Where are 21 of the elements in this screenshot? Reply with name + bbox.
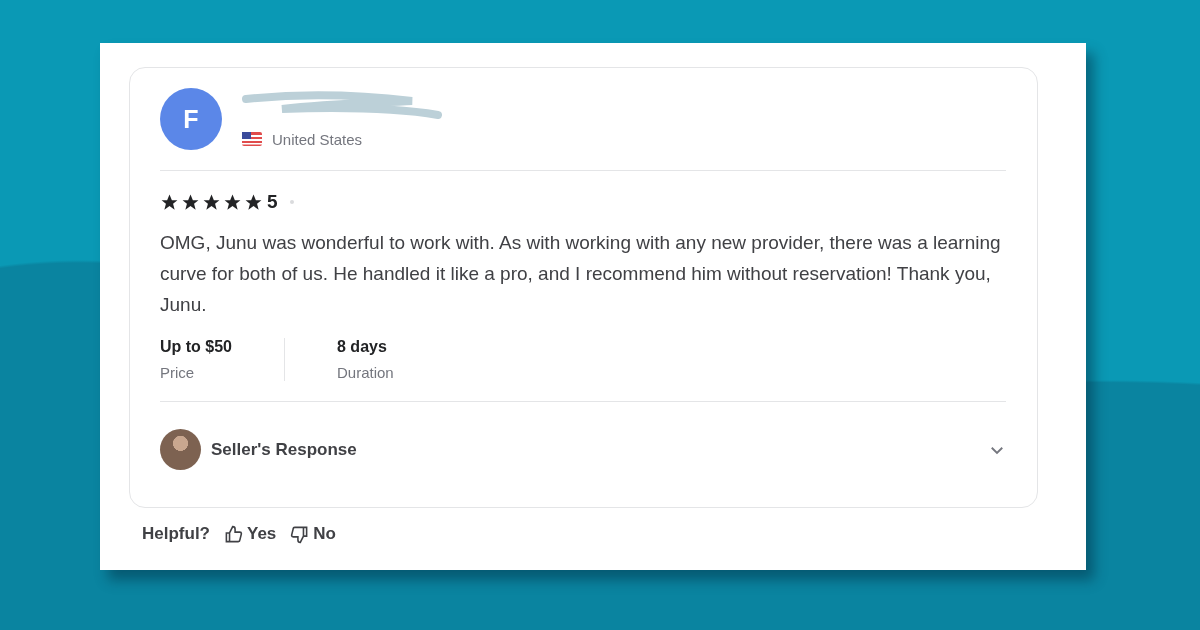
stat-label: Price [160,364,196,381]
star-icon [223,192,242,212]
stat-label: Duration [337,364,394,381]
helpful-label: Helpful? [142,524,210,544]
flag-icon [242,132,262,146]
thumbs-down-icon [290,524,310,544]
seller-photo-placeholder [160,429,201,470]
country-name: United States [272,130,363,148]
stat-value: Up to $50 [160,338,232,356]
stat-value: 8 days [337,338,388,356]
star-icon [244,192,263,212]
rating-value: 5 [267,191,278,213]
seller-response-title: Seller's Response [211,439,358,460]
review-text: OMG, Junu was wonderful to work with. As with working with any new provider, there was a learning curve for both of us. He handled it like a pro, and I recommend him without reservation! Thank you, Junu. [160,231,1002,317]
no-button[interactable]: No [290,524,336,544]
star-icon [181,192,200,212]
thumbs-up-icon [224,524,243,544]
user-avatar: F [160,88,222,150]
yes-button[interactable]: Yes [224,524,277,544]
star-icon [202,192,221,212]
star-icon [160,192,179,212]
